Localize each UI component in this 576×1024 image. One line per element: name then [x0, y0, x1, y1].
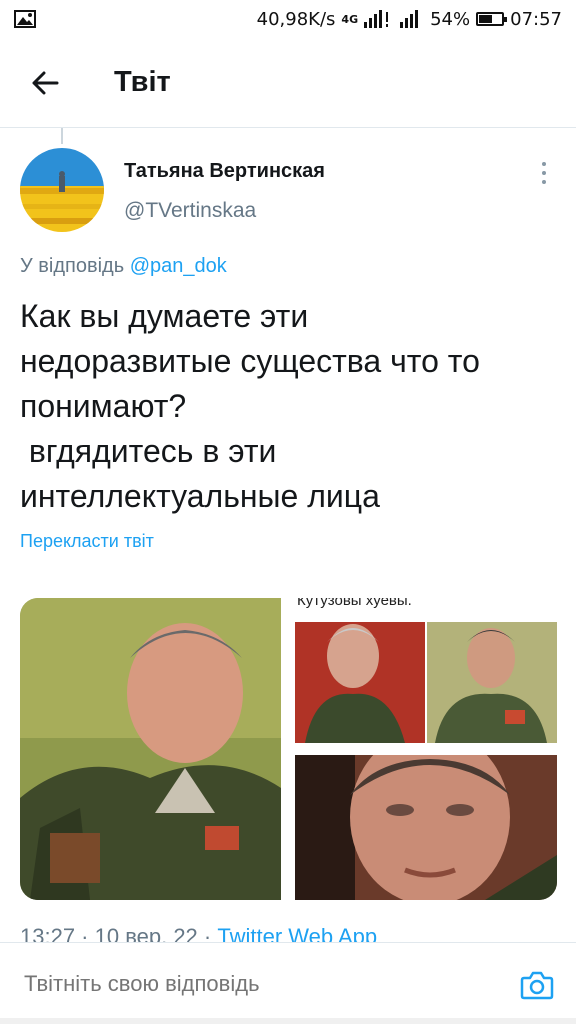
reply-to: У відповідь @pan_dok	[20, 255, 227, 278]
status-bar: 40,98K/s 4G 54% 07:57	[0, 0, 576, 38]
battery-icon	[476, 12, 508, 26]
reply-input[interactable]	[24, 971, 484, 997]
signal-icon-2	[400, 10, 419, 28]
reply-mention[interactable]: @pan_dok	[130, 255, 227, 277]
camera-button[interactable]	[520, 969, 554, 1001]
bottom-strip	[0, 1018, 576, 1024]
page-title: Твіт	[114, 66, 171, 98]
more-options-icon[interactable]	[534, 160, 554, 186]
camera-icon	[520, 971, 554, 1000]
net-speed: 40,98K/s	[256, 8, 336, 30]
avatar[interactable]	[20, 148, 104, 232]
battery-percent: 54%	[430, 8, 471, 30]
media-image-1[interactable]	[20, 598, 281, 900]
reply-bar	[0, 942, 576, 1024]
arrow-left-icon	[32, 71, 59, 94]
reply-prefix: У відповідь	[20, 255, 125, 277]
media-image-3[interactable]	[295, 755, 557, 900]
status-left	[14, 10, 36, 28]
author-handle[interactable]: @TVertinskaa	[124, 199, 256, 223]
app-header: Твіт	[0, 38, 576, 128]
avatar-image	[20, 148, 104, 232]
author-name[interactable]: Татьяна Вертинская	[124, 160, 325, 183]
clock: 07:57	[510, 8, 562, 30]
status-right: 40,98K/s 4G 54% 07:57	[257, 9, 562, 30]
thread-line	[61, 128, 63, 144]
tweet-text: Как вы думаете эти недоразвитые существа…	[20, 298, 480, 514]
tweet-media: Кутузовы хуевы.	[20, 598, 557, 900]
battery-fill	[479, 15, 493, 23]
back-button[interactable]	[20, 58, 70, 108]
translate-tweet-link[interactable]: Перекласти твіт	[20, 531, 154, 552]
image-icon	[14, 10, 36, 28]
media-image-2[interactable]: Кутузовы хуевы.	[295, 598, 557, 743]
network-type: 4G	[341, 12, 359, 26]
signal-icon	[364, 10, 389, 28]
